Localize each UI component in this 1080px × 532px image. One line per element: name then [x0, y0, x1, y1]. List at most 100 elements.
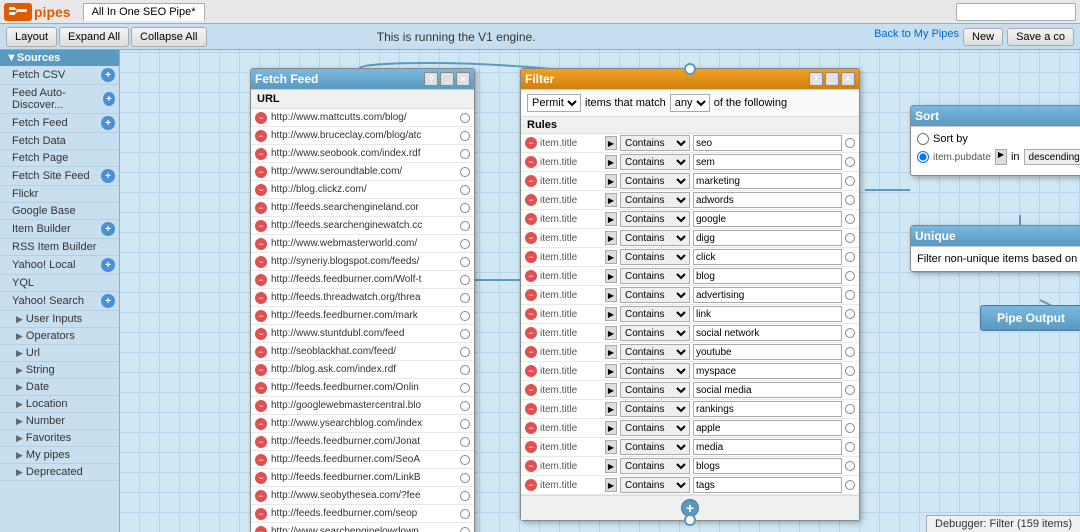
sidebar-sub-number[interactable]: ▶ Number [0, 413, 119, 430]
sidebar-item-item-builder[interactable]: Item Builder + [0, 220, 119, 239]
rule-value-input[interactable] [693, 325, 842, 341]
sidebar-item-feed-auto[interactable]: Feed Auto-Discover... + [0, 85, 119, 114]
rule-field-expand[interactable]: ▶ [605, 136, 617, 150]
sidebar-item-fetch-site[interactable]: Fetch Site Feed + [0, 167, 119, 186]
rule-field-expand[interactable]: ▶ [605, 364, 617, 378]
rule-field-expand[interactable]: ▶ [605, 155, 617, 169]
remove-rule-button[interactable]: − [525, 194, 537, 206]
rule-field-expand[interactable]: ▶ [605, 307, 617, 321]
remove-url-button[interactable]: − [255, 202, 267, 214]
remove-rule-button[interactable]: − [525, 270, 537, 282]
rule-condition-select[interactable]: Contains Does not contain Is Is not [620, 173, 690, 189]
sidebar-item-google-base[interactable]: Google Base [0, 203, 119, 220]
remove-url-button[interactable]: − [255, 400, 267, 412]
remove-url-button[interactable]: − [255, 364, 267, 376]
sort-by-radio[interactable] [917, 133, 929, 145]
sidebar-sub-user-inputs[interactable]: ▶ User Inputs [0, 311, 119, 328]
rule-value-input[interactable] [693, 211, 842, 227]
remove-rule-button[interactable]: − [525, 479, 537, 491]
remove-rule-button[interactable]: − [525, 327, 537, 339]
rule-value-input[interactable] [693, 477, 842, 493]
rule-condition-select[interactable]: Contains Does not contain Is Is not [620, 458, 690, 474]
sidebar-item-yahoo-search[interactable]: Yahoo! Search + [0, 292, 119, 311]
rule-value-input[interactable] [693, 458, 842, 474]
rule-field-expand[interactable]: ▶ [605, 402, 617, 416]
rule-field-expand[interactable]: ▶ [605, 231, 617, 245]
remove-url-button[interactable]: − [255, 328, 267, 340]
rule-field-expand[interactable]: ▶ [605, 174, 617, 188]
remove-rule-button[interactable]: − [525, 289, 537, 301]
sidebar-sub-favorites[interactable]: ▶ Favorites [0, 430, 119, 447]
rule-value-input[interactable] [693, 420, 842, 436]
remove-url-button[interactable]: − [255, 148, 267, 160]
remove-url-button[interactable]: − [255, 292, 267, 304]
rule-value-input[interactable] [693, 439, 842, 455]
rule-condition-select[interactable]: Contains Does not contain Is Is not [620, 268, 690, 284]
add-fetch-feed-icon[interactable]: + [101, 116, 115, 130]
sidebar-item-rss-builder[interactable]: RSS Item Builder [0, 239, 119, 256]
rule-condition-select[interactable]: Contains Does not contain Is Is not [620, 477, 690, 493]
unique-header[interactable]: Unique ? _ × [911, 226, 1080, 247]
remove-rule-button[interactable]: − [525, 156, 537, 168]
rule-value-input[interactable] [693, 268, 842, 284]
rule-condition-select[interactable]: Contains Does not contain Is Is not [620, 287, 690, 303]
add-item-builder-icon[interactable]: + [101, 222, 115, 236]
rule-condition-select[interactable]: Contains Does not contain Is Is not [620, 211, 690, 227]
sidebar-sub-date[interactable]: ▶ Date [0, 379, 119, 396]
remove-url-button[interactable]: − [255, 130, 267, 142]
new-button[interactable]: New [963, 28, 1003, 46]
sort-field-radio[interactable] [917, 151, 929, 163]
rule-field-expand[interactable]: ▶ [605, 440, 617, 454]
filter-minimize-button[interactable]: _ [825, 72, 839, 86]
collapse-all-button[interactable]: Collapse All [131, 27, 206, 47]
fetch-feed-header[interactable]: Fetch Feed ? _ × [251, 69, 474, 90]
remove-url-button[interactable]: − [255, 184, 267, 196]
remove-rule-button[interactable]: − [525, 422, 537, 434]
pipe-output-button[interactable]: Pipe Output [980, 305, 1080, 331]
sort-field-expand[interactable]: ▶ [995, 149, 1007, 165]
filter-close-button[interactable]: × [841, 72, 855, 86]
sidebar-item-fetch-csv[interactable]: Fetch CSV + [0, 66, 119, 85]
sidebar-item-flickr[interactable]: Flickr [0, 186, 119, 203]
remove-url-button[interactable]: − [255, 166, 267, 178]
sidebar-sub-operators[interactable]: ▶ Operators [0, 328, 119, 345]
add-yahoo-local-icon[interactable]: + [101, 258, 115, 272]
rule-value-input[interactable] [693, 382, 842, 398]
rule-condition-select[interactable]: Contains Does not contain Is Is not [620, 230, 690, 246]
remove-url-button[interactable]: − [255, 112, 267, 124]
filter-help-button[interactable]: ? [809, 72, 823, 86]
rule-field-expand[interactable]: ▶ [605, 345, 617, 359]
sort-order-select[interactable]: descending ascending [1024, 149, 1080, 165]
rule-value-input[interactable] [693, 192, 842, 208]
sidebar-item-fetch-feed[interactable]: Fetch Feed + [0, 114, 119, 133]
remove-url-button[interactable]: − [255, 382, 267, 394]
rule-field-expand[interactable]: ▶ [605, 383, 617, 397]
sidebar-item-yahoo-local[interactable]: Yahoo! Local + [0, 256, 119, 275]
remove-rule-button[interactable]: − [525, 346, 537, 358]
remove-rule-button[interactable]: − [525, 175, 537, 187]
rule-field-expand[interactable]: ▶ [605, 212, 617, 226]
rule-condition-select[interactable]: Contains Does not contain Is Is not [620, 306, 690, 322]
rule-field-expand[interactable]: ▶ [605, 250, 617, 264]
add-fetch-site-icon[interactable]: + [101, 169, 115, 183]
rule-value-input[interactable] [693, 401, 842, 417]
rule-condition-select[interactable]: Contains Does not contain Is Is not [620, 325, 690, 341]
rule-condition-select[interactable]: Contains Does not contain Is Is not [620, 363, 690, 379]
rule-condition-select[interactable]: Contains Does not contain Is Is not [620, 401, 690, 417]
remove-rule-button[interactable]: − [525, 384, 537, 396]
rule-value-input[interactable] [693, 306, 842, 322]
expand-all-button[interactable]: Expand All [59, 27, 129, 47]
remove-url-button[interactable]: − [255, 454, 267, 466]
save-button[interactable]: Save a co [1007, 28, 1074, 46]
remove-rule-button[interactable]: − [525, 403, 537, 415]
rule-field-expand[interactable]: ▶ [605, 459, 617, 473]
fetch-feed-close-button[interactable]: × [456, 72, 470, 86]
rule-value-input[interactable] [693, 173, 842, 189]
remove-url-button[interactable]: − [255, 238, 267, 250]
any-select[interactable]: any all [670, 94, 710, 112]
remove-rule-button[interactable]: − [525, 308, 537, 320]
rule-condition-select[interactable]: Contains Does not contain Is Is not [620, 154, 690, 170]
rule-value-input[interactable] [693, 230, 842, 246]
layout-button[interactable]: Layout [6, 27, 57, 47]
sources-header[interactable]: ▼ Sources [0, 50, 119, 66]
